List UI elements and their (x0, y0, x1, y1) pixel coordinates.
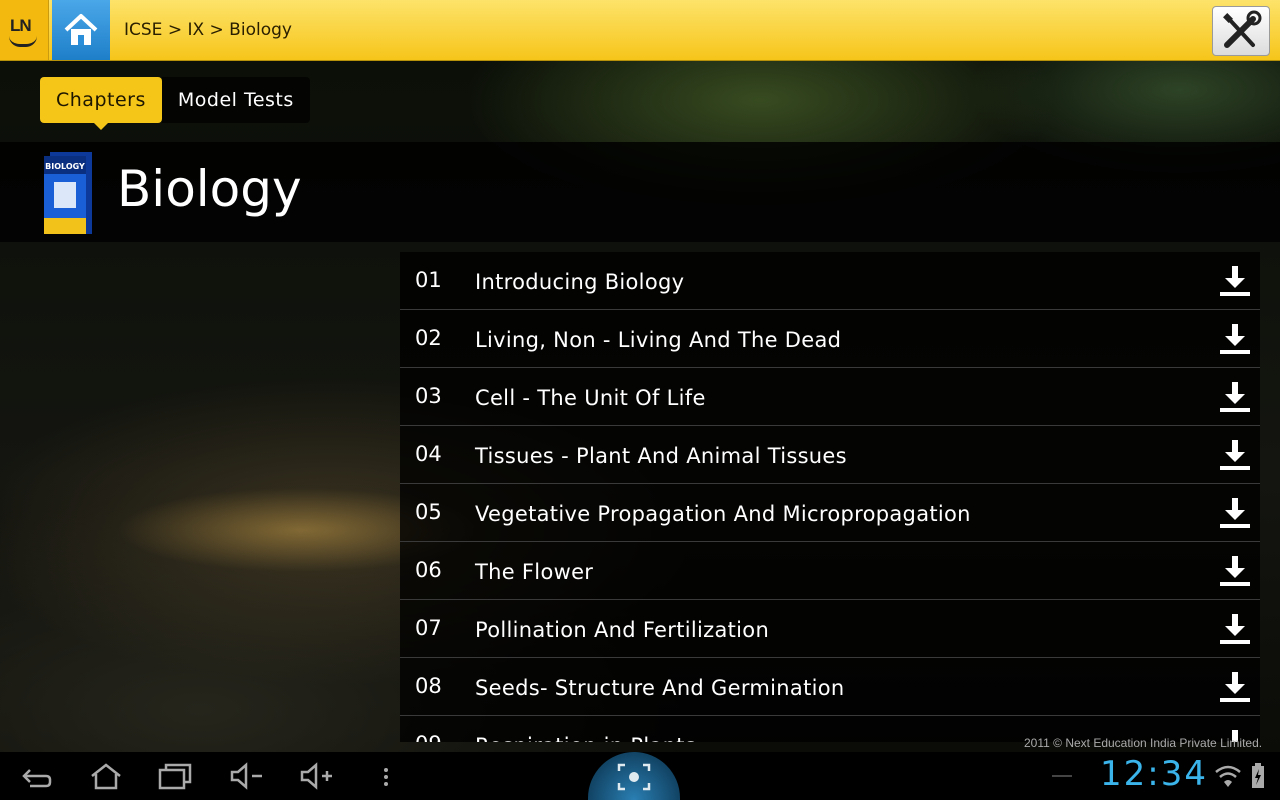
home-nav-icon[interactable] (86, 760, 126, 792)
tab-bar: Chapters Model Tests (40, 77, 310, 130)
chapter-number: 03 (415, 384, 442, 408)
notification-dash (1052, 775, 1072, 777)
download-icon[interactable] (1218, 438, 1252, 472)
chapter-row[interactable]: 07 Pollination And Fertilization (400, 600, 1260, 658)
home-button[interactable] (52, 0, 110, 60)
biology-book-icon: BIOLOGY (44, 152, 92, 234)
chapter-title: Tissues - Plant And Animal Tissues (475, 444, 847, 468)
chapter-row[interactable]: 01 Introducing Biology (400, 252, 1260, 310)
chapter-title: Living, Non - Living And The Dead (475, 328, 842, 352)
logo-text: LN (10, 16, 32, 35)
chapter-title: Vegetative Propagation And Micropropagat… (475, 502, 971, 526)
download-icon[interactable] (1218, 554, 1252, 588)
chapter-title: Pollination And Fertilization (475, 618, 770, 642)
chapter-list[interactable]: 01 Introducing Biology 02 Living, Non - Liv… (400, 252, 1260, 742)
download-icon[interactable] (1218, 612, 1252, 646)
chapter-title: The Flower (475, 560, 594, 584)
wifi-icon (1215, 765, 1241, 787)
chapter-number: 08 (415, 674, 442, 698)
chapter-title: Introducing Biology (475, 270, 685, 294)
chapter-title: Respiration in Plants (475, 734, 696, 742)
chapter-number: 07 (415, 616, 442, 640)
page-title: Biology (117, 160, 302, 218)
volume-up-icon[interactable] (296, 760, 336, 792)
home-icon (64, 14, 98, 45)
chapter-row[interactable]: 05 Vegetative Propagation And Micropropag… (400, 484, 1260, 542)
chapter-number: 02 (415, 326, 442, 350)
system-clock: 12:34 (1100, 754, 1208, 794)
chapter-title: Seeds- Structure And Germination (475, 676, 845, 700)
logo-smile (9, 36, 37, 47)
book-cover-text: BIOLOGY (45, 162, 85, 171)
download-icon[interactable] (1218, 496, 1252, 530)
chapter-row[interactable]: 06 The Flower (400, 542, 1260, 600)
tab-model-tests[interactable]: Model Tests (161, 77, 310, 123)
chapter-row[interactable]: 03 Cell - The Unit Of Life (400, 368, 1260, 426)
subject-header: BIOLOGY Biology (0, 142, 1280, 242)
chapter-number: 09 (415, 732, 442, 742)
chapter-number: 06 (415, 558, 442, 582)
tools-icon (1223, 10, 1262, 48)
recent-apps-icon[interactable] (156, 760, 196, 792)
copyright-text: 2011 © Next Education India Private Limi… (1024, 736, 1263, 750)
chapter-row[interactable]: 02 Living, Non - Living And The Dead (400, 310, 1260, 368)
chapter-number: 04 (415, 442, 442, 466)
back-icon[interactable] (16, 760, 56, 792)
settings-tools-button[interactable] (1212, 6, 1270, 56)
menu-icon[interactable] (366, 760, 406, 792)
screenshot-icon (617, 763, 651, 791)
breadcrumb: ICSE > IX > Biology (124, 20, 292, 40)
tab-chapters[interactable]: Chapters (40, 77, 162, 130)
battery-icon (1252, 763, 1264, 788)
volume-down-icon[interactable] (226, 760, 266, 792)
download-icon[interactable] (1218, 380, 1252, 414)
chapter-number: 05 (415, 500, 442, 524)
chapter-title: Cell - The Unit Of Life (475, 386, 706, 410)
chapter-row[interactable]: 08 Seeds- Structure And Germination (400, 658, 1260, 716)
download-icon[interactable] (1218, 264, 1252, 298)
download-icon[interactable] (1218, 322, 1252, 356)
chapter-row[interactable]: 04 Tissues - Plant And Animal Tissues (400, 426, 1260, 484)
app-logo[interactable]: LN (0, 0, 49, 60)
chapter-number: 01 (415, 268, 442, 292)
download-icon[interactable] (1218, 670, 1252, 704)
app-header: LN ICSE > IX > Biology (0, 0, 1280, 61)
